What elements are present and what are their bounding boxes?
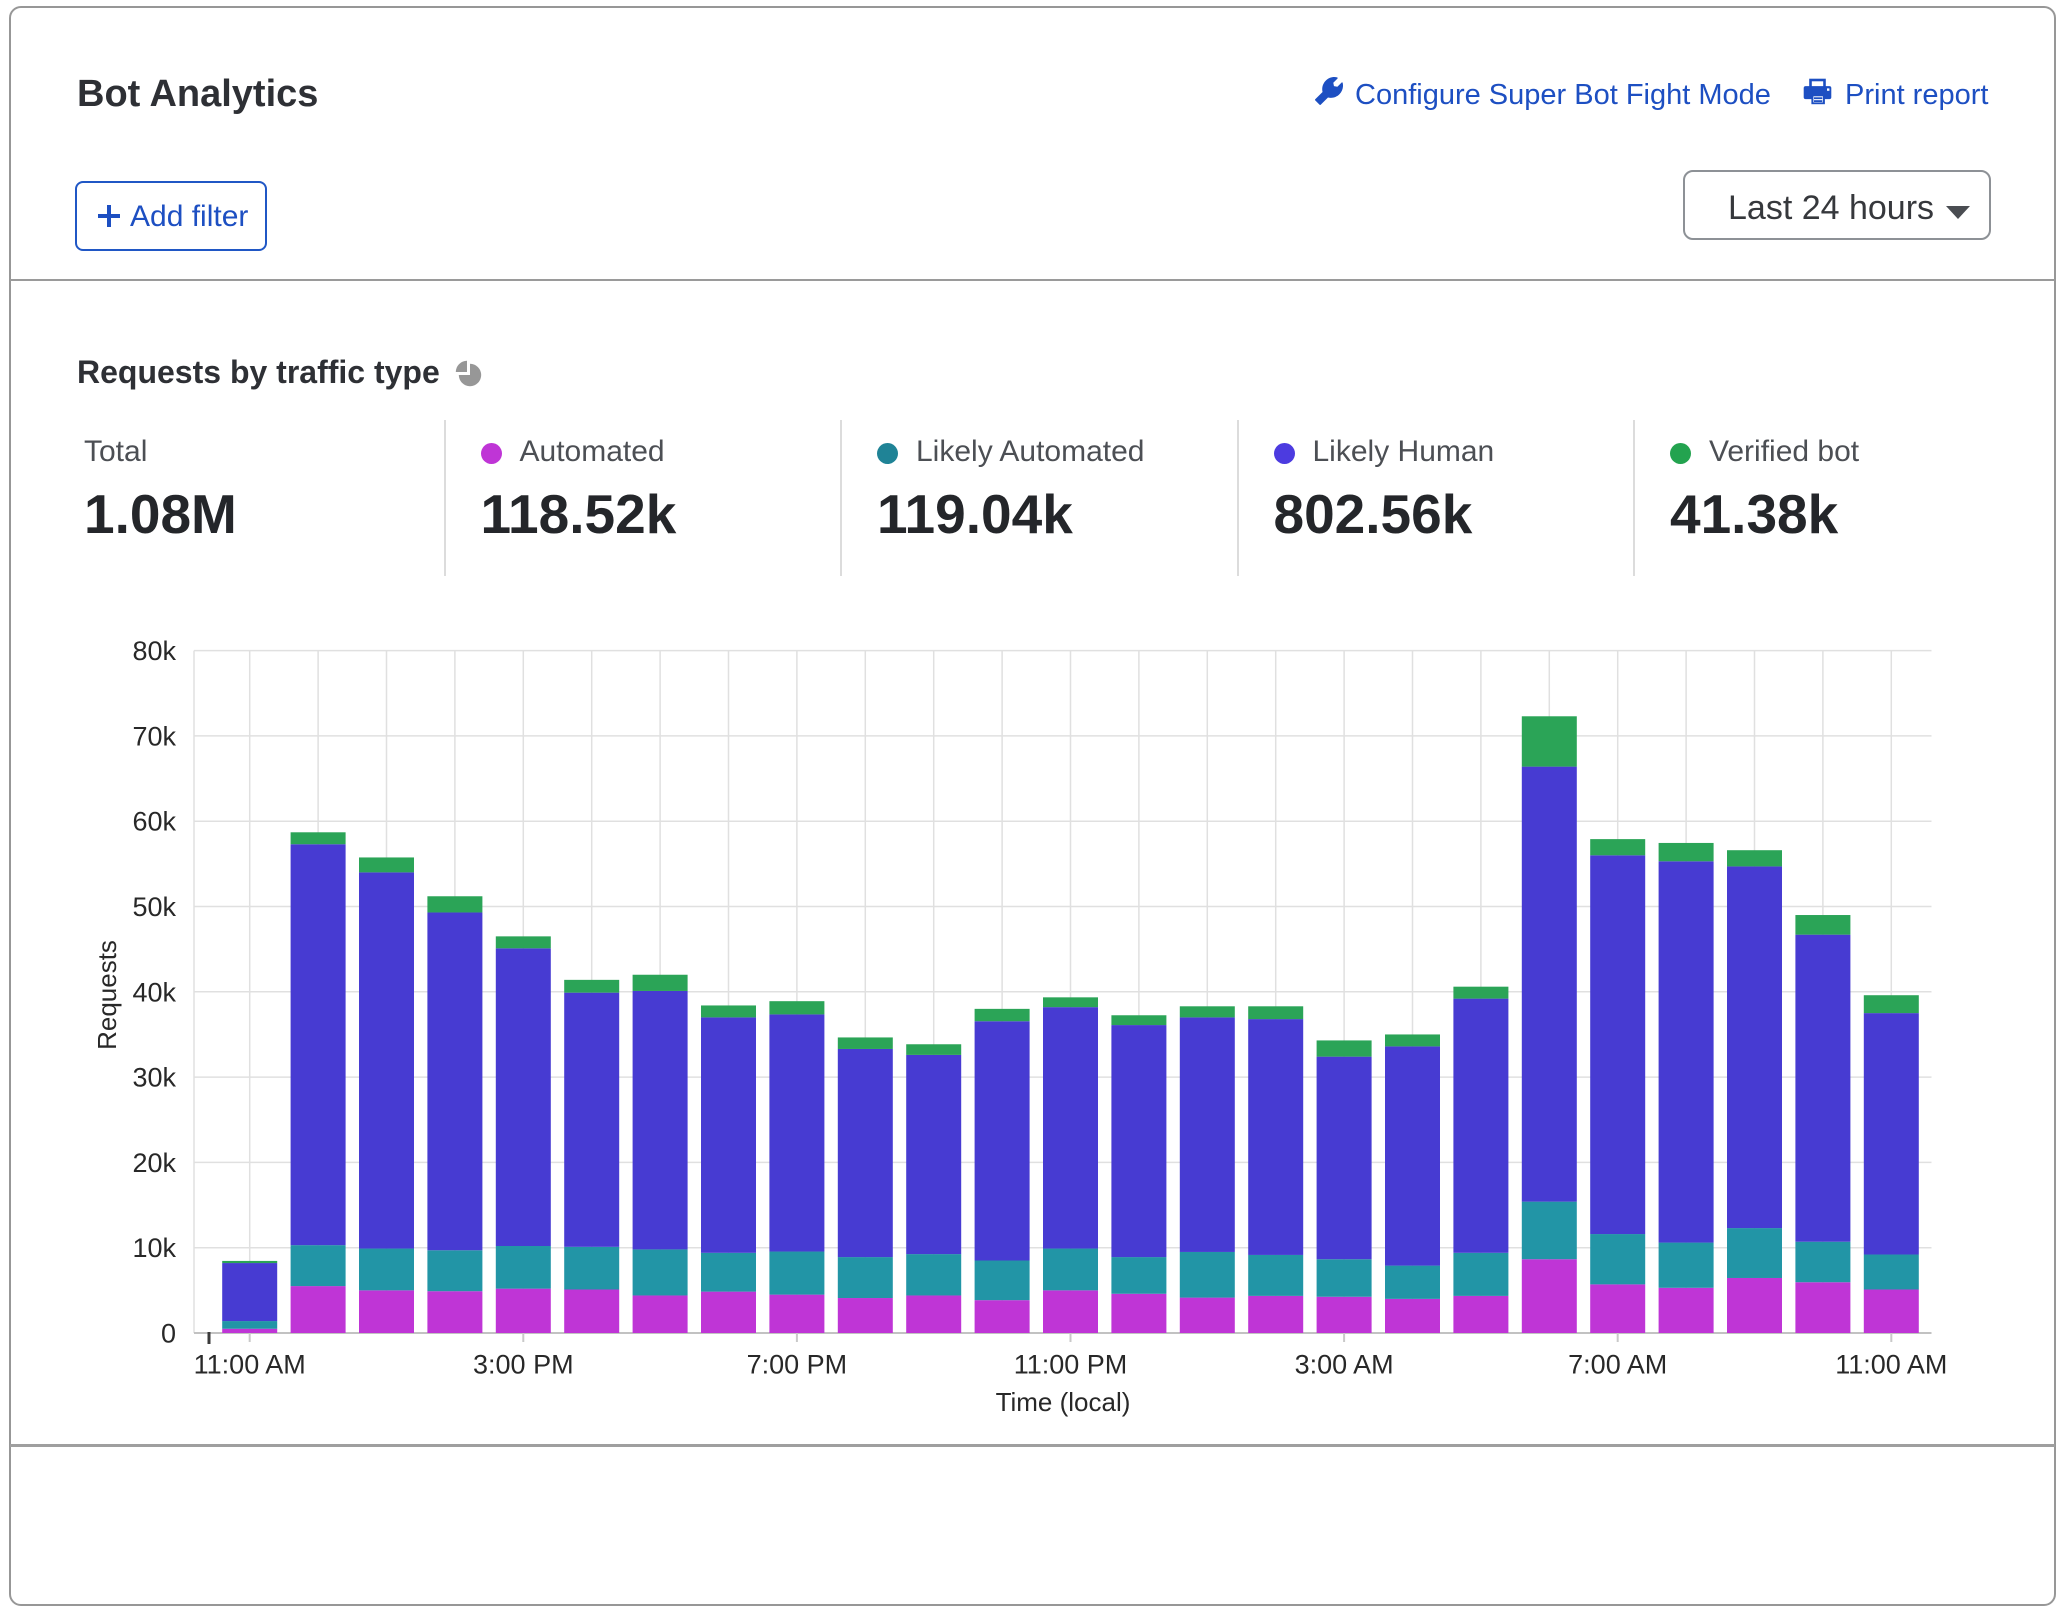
svg-text:Time (local): Time (local) bbox=[996, 1387, 1131, 1417]
svg-text:3:00 PM: 3:00 PM bbox=[473, 1350, 574, 1380]
svg-text:3:00 AM: 3:00 AM bbox=[1295, 1350, 1394, 1380]
svg-text:11:00 AM: 11:00 AM bbox=[1835, 1350, 1947, 1380]
svg-text:10k: 10k bbox=[132, 1233, 176, 1263]
svg-text:40k: 40k bbox=[132, 977, 176, 1007]
svg-text:80k: 80k bbox=[132, 636, 176, 666]
svg-text:20k: 20k bbox=[132, 1148, 176, 1178]
svg-text:70k: 70k bbox=[132, 721, 176, 751]
svg-text:11:00 PM: 11:00 PM bbox=[1014, 1350, 1128, 1380]
svg-text:0: 0 bbox=[161, 1319, 176, 1349]
svg-text:60k: 60k bbox=[132, 807, 176, 837]
svg-text:7:00 AM: 7:00 AM bbox=[1568, 1350, 1667, 1380]
svg-text:Requests: Requests bbox=[92, 940, 122, 1050]
svg-text:7:00 PM: 7:00 PM bbox=[747, 1350, 848, 1380]
svg-text:11:00 AM: 11:00 AM bbox=[194, 1350, 306, 1380]
svg-text:30k: 30k bbox=[132, 1063, 176, 1093]
svg-text:50k: 50k bbox=[132, 892, 176, 922]
